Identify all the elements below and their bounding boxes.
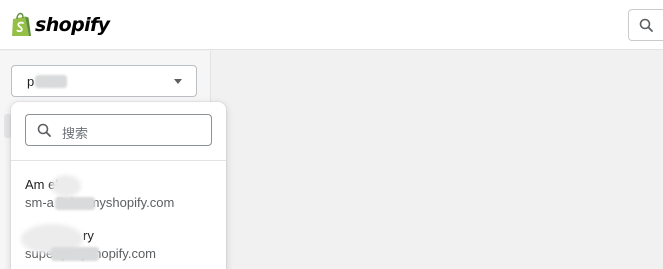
search-icon xyxy=(639,18,653,32)
brand-wordmark: shopify xyxy=(35,14,110,36)
store-search-input[interactable]: 搜索 xyxy=(25,114,212,146)
redaction-mask xyxy=(51,247,99,261)
search-icon xyxy=(37,123,51,137)
shopify-bag-icon xyxy=(12,12,31,36)
header-search-button[interactable] xyxy=(628,9,663,41)
store-domain: sm-a liebe.myshopify.com xyxy=(25,195,175,210)
top-bar: shopify xyxy=(0,0,663,50)
redaction-mask xyxy=(55,197,95,210)
store-dropdown: 搜索 Am ebe sm-a liebe.myshopify.com ry su… xyxy=(11,102,226,269)
divider xyxy=(11,160,226,161)
store-list-item[interactable]: ry supe ry.myshopify.com xyxy=(11,224,226,269)
chevron-down-icon xyxy=(174,79,182,84)
store-name: ry xyxy=(83,228,94,243)
store-list-item[interactable]: Am ebe sm-a liebe.myshopify.com xyxy=(11,175,226,223)
store-selector[interactable]: p e xyxy=(11,65,197,97)
shopify-logo[interactable]: shopify xyxy=(10,12,110,38)
redaction-mask xyxy=(35,75,67,88)
search-placeholder: 搜索 xyxy=(62,127,89,142)
redaction-mask xyxy=(51,175,81,197)
main-content xyxy=(212,51,663,269)
